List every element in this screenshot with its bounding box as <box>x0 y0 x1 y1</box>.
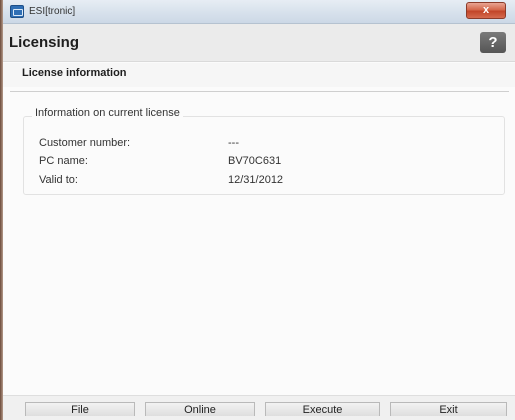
valid-to-label: Valid to: <box>39 174 78 186</box>
pc-name-row: PC name: BV70C631 <box>39 155 439 171</box>
section-title: License information <box>22 67 127 79</box>
group-legend: Information on current license <box>32 107 183 119</box>
customer-number-row: Customer number: --- <box>39 137 439 153</box>
close-button[interactable]: x <box>466 2 506 19</box>
online-button[interactable]: Online <box>145 402 255 416</box>
exit-button[interactable]: Exit <box>390 402 507 416</box>
customer-number-value: --- <box>228 137 239 149</box>
execute-button[interactable]: Execute <box>265 402 380 416</box>
window-title: ESI[tronic] <box>29 6 76 17</box>
licensing-window: ESI[tronic] x Licensing ? License inform… <box>3 0 515 420</box>
button-bar: File Online Execute Exit <box>3 395 515 420</box>
pc-name-value: BV70C631 <box>228 155 282 167</box>
app-icon <box>10 5 24 18</box>
valid-to-row: Valid to: 12/31/2012 <box>39 174 439 190</box>
title-bar[interactable]: ESI[tronic] x <box>3 0 515 24</box>
section-header: License information <box>3 63 515 87</box>
pc-name-label: PC name: <box>39 155 88 167</box>
valid-to-value: 12/31/2012 <box>228 174 284 186</box>
file-button[interactable]: File <box>25 402 135 416</box>
page-title: Licensing <box>9 34 80 51</box>
help-button[interactable]: ? <box>480 32 506 53</box>
section-divider <box>10 91 509 92</box>
customer-number-label: Customer number: <box>39 137 131 149</box>
page-header: Licensing ? <box>3 24 515 62</box>
